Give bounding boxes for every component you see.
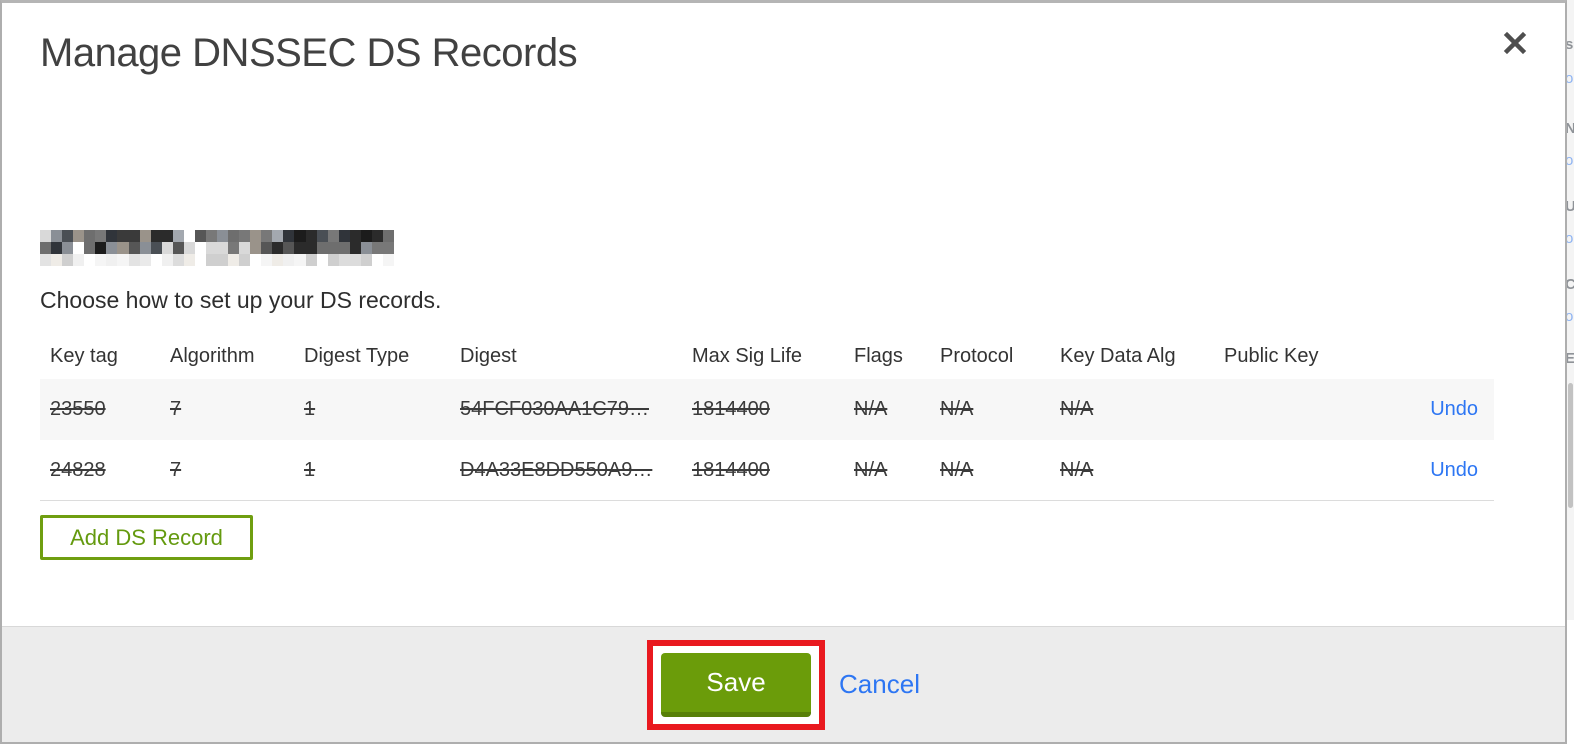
cell-digest-type: 1 (304, 398, 316, 420)
annotation-highlight-rectangle: Save (647, 639, 826, 730)
background-text-fragment: N (1567, 120, 1574, 137)
page-title: Manage DNSSEC DS Records (40, 31, 578, 75)
cell-protocol: N/A (940, 458, 974, 481)
cell-algorithm: 7 (170, 458, 182, 481)
cell-protocol: N/A (940, 398, 974, 420)
modal-footer: Save Cancel (2, 626, 1565, 742)
background-text-fragment: C (1567, 276, 1574, 293)
cell-key-data-alg: N/A (1060, 458, 1094, 481)
close-button[interactable] (1498, 27, 1532, 61)
cell-flags: N/A (854, 458, 888, 481)
cell-max-sig-life: 1814400 (692, 398, 770, 420)
cell-digest-type: 1 (304, 458, 316, 481)
table-row: 23550 7 1 54FCF030AA1C79… 1814400 N/A N/… (40, 379, 1494, 440)
background-text-fragment: E (1567, 350, 1574, 367)
cell-key-data-alg: N/A (1060, 398, 1094, 420)
table-row: 24828 7 1 D4A33E8DD550A9… 1814400 N/A N/… (40, 440, 1494, 501)
background-page-strip: soNoUoCoE (1567, 0, 1574, 746)
background-text-fragment: o (1567, 230, 1574, 247)
column-header-key-tag: Key tag (50, 344, 118, 367)
instruction-text: Choose how to set up your DS records. (40, 287, 442, 313)
add-ds-record-button[interactable]: Add DS Record (40, 515, 253, 560)
column-header-digest: Digest (460, 344, 517, 367)
redacted-domain (40, 230, 394, 266)
scrollbar-thumb[interactable] (1568, 383, 1573, 508)
column-header-protocol: Protocol (940, 344, 1014, 367)
cell-digest: D4A33E8DD550A9… (460, 458, 653, 481)
background-text-fragment: o (1567, 152, 1574, 169)
column-header-digest-type: Digest Type (304, 344, 410, 367)
save-button[interactable]: Save (661, 652, 812, 717)
undo-link[interactable]: Undo (1430, 459, 1478, 481)
cell-key-tag: 23550 (50, 398, 106, 420)
cell-algorithm: 7 (170, 398, 182, 420)
background-text-fragment: U (1567, 198, 1574, 215)
ds-records-table: Key tag Algorithm Digest Type Digest Max… (40, 333, 1494, 501)
cell-digest: 54FCF030AA1C79… (460, 398, 649, 420)
background-text-fragment: s (1567, 36, 1574, 53)
undo-link[interactable]: Undo (1430, 398, 1478, 420)
column-header-public-key: Public Key (1224, 344, 1319, 367)
cell-actions: Undo (1402, 459, 1494, 482)
dnssec-modal: Manage DNSSEC DS Records Choose how to s… (0, 0, 1567, 744)
cancel-link[interactable]: Cancel (839, 669, 920, 700)
cell-actions: Undo (1402, 398, 1494, 421)
column-header-algorithm: Algorithm (170, 344, 255, 367)
cell-flags: N/A (854, 398, 888, 420)
screen: Manage DNSSEC DS Records Choose how to s… (0, 0, 1574, 746)
background-text-fragment: o (1567, 308, 1574, 325)
background-text-fragment: o (1567, 70, 1574, 87)
column-header-key-data-alg: Key Data Alg (1060, 344, 1176, 367)
table-header-row: Key tag Algorithm Digest Type Digest Max… (40, 333, 1494, 379)
column-header-flags: Flags (854, 344, 903, 367)
close-icon (1503, 31, 1527, 54)
cell-max-sig-life: 1814400 (692, 458, 770, 481)
cell-key-tag: 24828 (50, 458, 106, 481)
column-header-max-sig-life: Max Sig Life (692, 344, 803, 367)
